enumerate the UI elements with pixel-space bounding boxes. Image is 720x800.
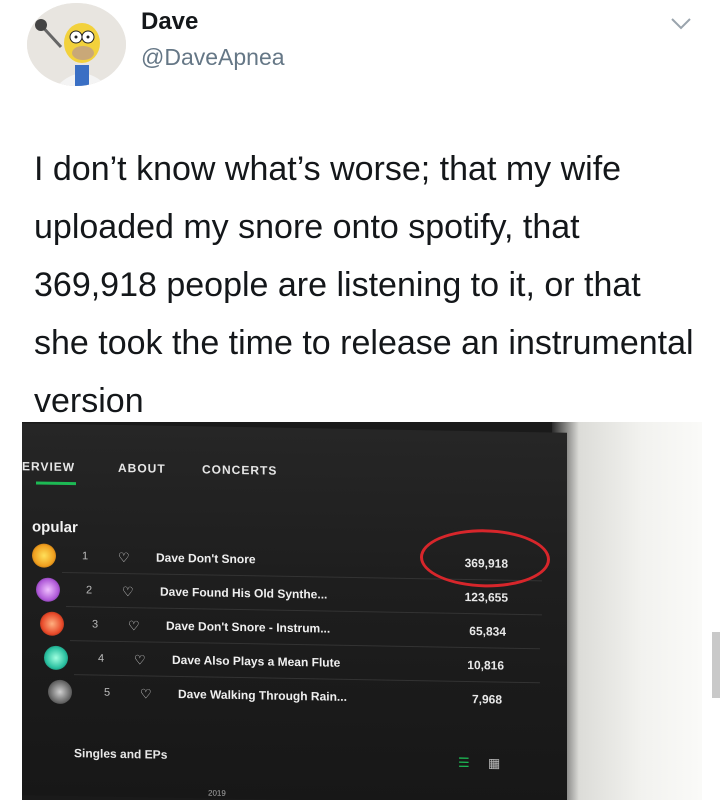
grid-view-icon[interactable]: ▦ bbox=[488, 755, 500, 771]
album-art bbox=[48, 679, 72, 705]
track-title: Dave Don't Snore - Instrum... bbox=[166, 618, 331, 636]
track-title: Dave Also Plays a Mean Flute bbox=[172, 652, 341, 670]
popular-section-title: opular bbox=[32, 518, 78, 537]
album-art bbox=[40, 611, 64, 636]
heart-icon[interactable]: ♡ bbox=[140, 686, 152, 702]
play-count: 123,655 bbox=[464, 589, 508, 605]
list-view-icon[interactable]: ☰ bbox=[458, 755, 470, 771]
track-number: 2 bbox=[86, 584, 93, 597]
release-year: 2019 bbox=[208, 788, 226, 798]
tab-overview[interactable]: ERVIEW bbox=[22, 459, 75, 474]
album-art bbox=[44, 645, 68, 671]
active-tab-indicator bbox=[36, 481, 76, 486]
album-art bbox=[32, 543, 56, 568]
play-count: 10,816 bbox=[467, 658, 504, 673]
heart-icon[interactable]: ♡ bbox=[128, 618, 140, 634]
tab-about[interactable]: ABOUT bbox=[118, 461, 166, 476]
track-number: 4 bbox=[98, 652, 105, 665]
spotify-screen: ERVIEW ABOUT CONCERTS opular 1 ♡ Dave Do… bbox=[22, 423, 567, 800]
track-number: 1 bbox=[82, 550, 89, 563]
heart-icon[interactable]: ♡ bbox=[122, 584, 134, 600]
heart-icon[interactable]: ♡ bbox=[134, 652, 146, 668]
singles-and-eps-title: Singles and EPs bbox=[74, 746, 168, 762]
homer-avatar-icon bbox=[27, 3, 126, 86]
track-title: Dave Found His Old Synthe... bbox=[160, 584, 328, 602]
play-count: 65,834 bbox=[469, 624, 506, 639]
track-title: Dave Walking Through Rain... bbox=[178, 686, 347, 704]
tab-concerts[interactable]: CONCERTS bbox=[202, 462, 277, 477]
user-handle[interactable]: @DaveApnea bbox=[141, 44, 285, 71]
track-row[interactable]: 3 ♡ Dave Don't Snore - Instrum... 65,834 bbox=[22, 609, 542, 648]
track-title: Dave Don't Snore bbox=[156, 550, 256, 567]
chevron-down-icon[interactable] bbox=[666, 14, 696, 34]
scroll-edge bbox=[712, 632, 720, 698]
display-name[interactable]: Dave bbox=[141, 8, 198, 36]
track-number: 3 bbox=[92, 618, 99, 631]
tweet-text: I don’t know what’s worse; that my wife … bbox=[34, 150, 694, 420]
track-number: 5 bbox=[104, 686, 111, 699]
heart-icon[interactable]: ♡ bbox=[118, 550, 130, 566]
avatar[interactable] bbox=[27, 3, 126, 86]
album-art bbox=[36, 577, 60, 602]
photo-background bbox=[552, 422, 702, 800]
tweet-photo[interactable]: ERVIEW ABOUT CONCERTS opular 1 ♡ Dave Do… bbox=[22, 422, 702, 800]
play-count: 7,968 bbox=[471, 692, 502, 707]
track-row[interactable]: 4 ♡ Dave Also Plays a Mean Flute 10,816 bbox=[22, 643, 542, 682]
track-row[interactable]: 5 ♡ Dave Walking Through Rain... 7,968 bbox=[22, 677, 542, 716]
